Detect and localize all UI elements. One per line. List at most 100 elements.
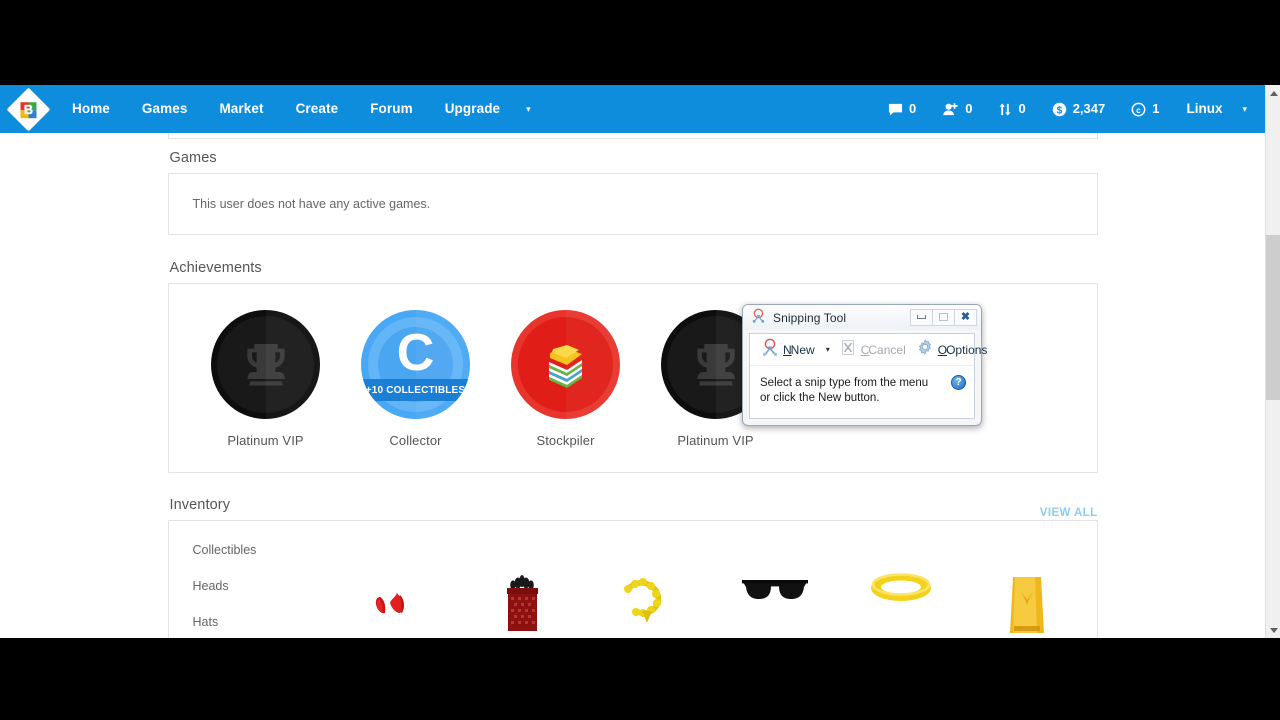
- svg-text:$: $: [1056, 105, 1062, 116]
- nav-bucks-count: 2,347: [1072, 101, 1106, 116]
- new-snip-label: NNew: [783, 342, 815, 357]
- collector-badge-icon: C +10 COLLECTIBLES: [361, 310, 470, 419]
- friend-requests-icon: [942, 102, 959, 117]
- inventory-item[interactable]: [586, 571, 712, 627]
- yellow-halo-item-icon: [870, 573, 931, 601]
- snipping-tool-message-line2: or click the New button.: [760, 392, 880, 404]
- scrollbar-track-upper[interactable]: [1266, 101, 1280, 235]
- achievement-label: Platinum VIP: [227, 433, 304, 448]
- nav-link-market[interactable]: Market: [203, 85, 279, 133]
- nav-trades[interactable]: 0: [985, 85, 1038, 133]
- help-button[interactable]: ?: [951, 375, 966, 390]
- inventory-view-all-link[interactable]: VIEW ALL: [1040, 507, 1098, 519]
- currency-bucks-icon: $: [1052, 102, 1067, 117]
- nav-more-chevron-down-icon[interactable]: ▾: [516, 85, 541, 133]
- site-logo[interactable]: B: [0, 85, 56, 133]
- page-scrollbar[interactable]: [1265, 85, 1280, 638]
- snipping-tool-toolbar: NNew ▾ CCancel OOptions: [750, 334, 987, 366]
- snipping-tool-titlebar[interactable]: Snipping Tool ✖: [743, 305, 981, 330]
- nav-coins[interactable]: c 1: [1118, 85, 1172, 133]
- snipping-tool-title: Snipping Tool: [773, 310, 847, 325]
- achievement-label: Platinum VIP: [677, 433, 754, 448]
- maximize-button[interactable]: [932, 308, 955, 326]
- platinum-vip-locked-badge-icon: [661, 310, 770, 419]
- red-gift-box-item-icon: [506, 575, 538, 631]
- cancel-button: CCancel: [836, 337, 911, 363]
- nav-link-create[interactable]: Create: [280, 85, 355, 133]
- options-label: OOptions: [937, 342, 988, 357]
- screen: B Home Games Market Create Forum Upgrade…: [0, 0, 1280, 720]
- minimize-icon: [917, 315, 926, 319]
- logo-b-icon: B: [20, 101, 36, 117]
- chevron-up-icon: [1269, 90, 1278, 96]
- achievement-item[interactable]: Platinum VIP: [191, 310, 341, 448]
- browser-viewport: B Home Games Market Create Forum Upgrade…: [0, 85, 1280, 638]
- scrollbar-up-button[interactable]: [1266, 85, 1280, 101]
- snipping-tool-message: Select a snip type from the menu or clic…: [750, 366, 974, 406]
- nav-friend-requests-count: 0: [965, 101, 973, 116]
- close-button[interactable]: ✖: [954, 308, 977, 326]
- nav-links: Home Games Market Create Forum Upgrade ▾: [56, 85, 541, 133]
- currency-coins-icon: c: [1131, 102, 1146, 117]
- games-empty-message: This user does not have any active games…: [192, 197, 431, 211]
- nav-bucks[interactable]: $ 2,347: [1039, 85, 1119, 133]
- nav-coins-count: 1: [1152, 101, 1160, 116]
- nav-user-chevron-down-icon[interactable]: ▾: [1232, 85, 1257, 133]
- inventory-item[interactable]: [334, 571, 460, 631]
- games-section-title: Games: [169, 150, 217, 166]
- scrollbar-down-button[interactable]: [1266, 622, 1280, 638]
- cancel-x-icon: [841, 339, 857, 361]
- achievement-label: Collector: [389, 433, 442, 448]
- games-card: This user does not have any active games…: [167, 173, 1098, 235]
- games-section: Games This user does not have any active…: [167, 133, 1098, 235]
- collector-badge-banner: +10 COLLECTIBLES: [365, 384, 466, 396]
- chevron-down-icon: [1269, 627, 1278, 633]
- nav-username[interactable]: Linux: [1172, 85, 1232, 133]
- nav-friend-requests[interactable]: 0: [929, 85, 985, 133]
- options-button[interactable]: OOptions: [911, 337, 993, 363]
- nav-right-group: 0 0 0 $ 2,347 c 1 Linux ▾: [875, 85, 1265, 133]
- cancel-label: CCancel: [860, 342, 906, 357]
- page-content: Games This user does not have any active…: [0, 133, 1265, 638]
- messages-icon: [888, 102, 903, 117]
- svg-text:c: c: [1136, 104, 1141, 114]
- inventory-header: Inventory VIEW ALL: [168, 497, 1098, 520]
- site-navbar: B Home Games Market Create Forum Upgrade…: [0, 85, 1265, 133]
- inventory-category-collectibles[interactable]: Collectibles: [193, 543, 334, 557]
- close-icon: ✖: [960, 311, 971, 323]
- nav-link-games[interactable]: Games: [126, 85, 204, 133]
- achievements-section-title: Achievements: [169, 260, 262, 276]
- new-snip-chevron-down-icon[interactable]: ▾: [820, 345, 836, 354]
- achievement-item[interactable]: Platinum VIP: [641, 310, 791, 448]
- achievement-item[interactable]: Stockpiler: [491, 310, 641, 448]
- snipping-tool-window[interactable]: Snipping Tool ✖ NNew ▾ CCancel OOptions …: [742, 304, 987, 426]
- logo-diamond-icon: B: [6, 87, 50, 131]
- inventory-categories: Collectibles Heads Hats: [169, 521, 334, 638]
- previous-section-card-partial: [167, 133, 1098, 139]
- nav-messages[interactable]: 0: [875, 85, 929, 133]
- nav-link-home[interactable]: Home: [56, 85, 126, 133]
- inventory-items: [334, 521, 1097, 638]
- red-devil-horns-item-icon: [375, 593, 404, 614]
- nav-link-forum[interactable]: Forum: [354, 85, 429, 133]
- inventory-item[interactable]: [838, 571, 964, 605]
- stockpiler-badge-icon: [511, 310, 620, 419]
- achievement-item[interactable]: C +10 COLLECTIBLES Collector: [341, 310, 491, 448]
- snipping-tool-body: NNew ▾ CCancel OOptions Select a snip ty…: [749, 333, 987, 419]
- trades-icon: [998, 102, 1012, 117]
- inventory-item[interactable]: [712, 571, 838, 611]
- logo-letter: B: [23, 101, 33, 116]
- inventory-section: Inventory VIEW ALL Collectibles Heads Ha…: [167, 473, 1098, 638]
- nav-messages-count: 0: [908, 101, 917, 116]
- inventory-category-hats[interactable]: Hats: [193, 615, 334, 629]
- scrollbar-thumb[interactable]: [1266, 235, 1280, 400]
- achievement-label: Stockpiler: [536, 433, 595, 448]
- nav-trades-count: 0: [1018, 101, 1026, 116]
- black-sunglasses-item-icon: [741, 580, 808, 599]
- inventory-item[interactable]: [964, 571, 1090, 633]
- inventory-item[interactable]: [460, 571, 586, 631]
- nav-link-upgrade[interactable]: Upgrade: [429, 85, 516, 133]
- inventory-section-title: Inventory: [169, 497, 231, 513]
- minimize-button[interactable]: [910, 308, 933, 326]
- inventory-category-heads[interactable]: Heads: [193, 579, 334, 593]
